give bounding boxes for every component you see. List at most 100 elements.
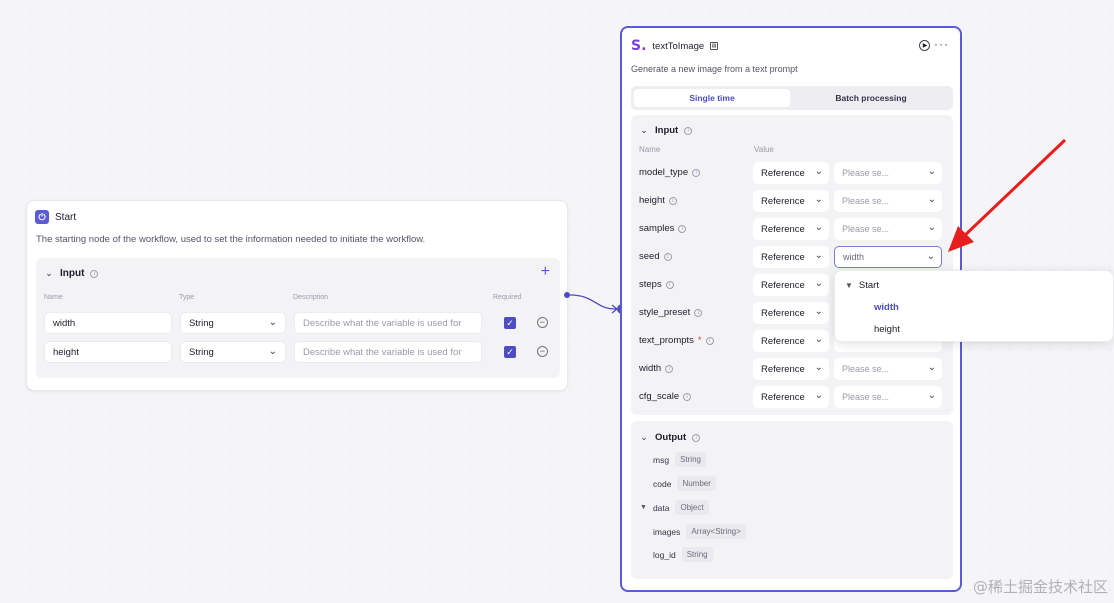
dropdown-item-height[interactable]: height <box>874 324 900 335</box>
start-input-title: Input <box>60 268 85 279</box>
param-name: samples i <box>639 223 687 234</box>
variable-type-select[interactable]: String ⌄ <box>180 312 286 334</box>
param-value-select[interactable]: width ⌄ <box>834 246 942 268</box>
info-icon[interactable]: i <box>684 126 693 135</box>
chevron-down-icon: ⌄ <box>927 194 936 205</box>
required-marker: * <box>697 335 702 346</box>
param-row-width: width i Reference ⌄ Please se... ⌄ <box>631 358 953 380</box>
col-header-type: Type <box>179 294 195 301</box>
start-node-title: Start <box>55 211 77 223</box>
tti-node-description: Generate a new image from a text prompt <box>631 64 798 74</box>
info-icon[interactable]: i <box>665 280 674 289</box>
start-input-header[interactable]: ⌄ Input i <box>44 268 99 279</box>
reference-mode-select[interactable]: Reference ⌄ <box>753 330 829 352</box>
info-icon[interactable]: i <box>665 364 674 373</box>
info-icon[interactable]: i <box>705 336 714 345</box>
more-options-icon[interactable]: ··· <box>934 37 949 51</box>
variable-type-select[interactable]: String ⌄ <box>180 341 286 363</box>
chevron-down-icon: ⌄ <box>814 222 823 233</box>
param-name: steps i <box>639 279 674 290</box>
chevron-down-icon: ⌄ <box>268 346 277 357</box>
variable-description-input[interactable]: Describe what the variable is used for <box>294 341 482 363</box>
reference-mode-select[interactable]: Reference ⌄ <box>753 386 829 408</box>
caret-down-icon: ▼ <box>640 504 647 511</box>
run-icon[interactable]: ▶ <box>919 40 930 51</box>
info-icon[interactable]: i <box>692 168 701 177</box>
start-node[interactable]: ⏻ Start The starting node of the workflo… <box>26 200 568 391</box>
output-field: log_id String <box>653 547 713 562</box>
variable-type-value: String <box>189 346 214 358</box>
reference-mode-select[interactable]: Reference ⌄ <box>753 274 829 296</box>
mode-tabs: Single time Batch processing <box>631 86 953 110</box>
col-header-name: Name <box>639 145 661 154</box>
chevron-down-icon: ⌄ <box>814 362 823 373</box>
tab-single-time[interactable]: Single time <box>634 89 790 107</box>
dropdown-group-start[interactable]: ▼ Start <box>845 280 879 291</box>
required-checkbox[interactable]: ✓ <box>504 346 516 358</box>
col-header-name: Name <box>44 294 63 301</box>
chevron-down-icon: ⌄ <box>927 362 936 373</box>
dropdown-item-width[interactable]: width <box>874 302 899 313</box>
variable-name-input[interactable]: height <box>44 341 172 363</box>
param-value-select[interactable]: Please se... ⌄ <box>834 386 942 408</box>
reference-mode-select[interactable]: Reference ⌄ <box>753 162 829 184</box>
output-handle[interactable] <box>564 292 570 298</box>
info-icon[interactable]: i <box>692 433 701 442</box>
reference-mode-select[interactable]: Reference ⌄ <box>753 302 829 324</box>
start-input-panel: ⌄ Input i + Name Type Description Requir… <box>36 258 560 378</box>
info-icon[interactable]: i <box>694 308 703 317</box>
chevron-down-icon: ⌄ <box>926 251 935 262</box>
required-checkbox[interactable]: ✓ <box>504 317 516 329</box>
param-value-select[interactable]: Please se... ⌄ <box>834 218 942 240</box>
chevron-down-icon: ⌄ <box>814 334 823 345</box>
reference-mode-select[interactable]: Reference ⌄ <box>753 358 829 380</box>
param-value-select[interactable]: Please se... ⌄ <box>834 162 942 184</box>
param-name: cfg_scale i <box>639 391 692 402</box>
param-value-select[interactable]: Please se... ⌄ <box>834 358 942 380</box>
param-value-select[interactable]: Please se... ⌄ <box>834 190 942 212</box>
param-name: width i <box>639 363 674 374</box>
col-header-required: Required <box>493 294 522 301</box>
output-field: msg String <box>653 452 706 467</box>
info-icon[interactable]: i <box>683 392 692 401</box>
variable-name-input[interactable]: width <box>44 312 172 334</box>
tti-output-title: Output <box>655 432 687 443</box>
info-icon[interactable]: i <box>663 252 672 261</box>
info-icon[interactable]: i <box>90 269 99 278</box>
reference-mode-select[interactable]: Reference ⌄ <box>753 218 829 240</box>
chevron-down-icon: ⌄ <box>814 166 823 177</box>
chevron-down-icon[interactable]: ⌄ <box>639 125 649 136</box>
reference-mode-select[interactable]: Reference ⌄ <box>753 246 829 268</box>
tti-output-panel: ⌄ Output i msg String code Number ▼ data Obj… <box>631 421 953 579</box>
start-node-header: ⏻ Start <box>35 210 76 224</box>
tti-input-header[interactable]: ⌄ Input i <box>639 125 693 136</box>
chevron-down-icon: ⌄ <box>927 390 936 401</box>
output-field[interactable]: ▼ data Object <box>640 500 709 515</box>
variable-reference-dropdown: ▼ Start width height <box>834 270 1114 342</box>
chevron-down-icon[interactable]: ⌄ <box>44 268 54 279</box>
tab-batch-processing[interactable]: Batch processing <box>793 89 949 107</box>
info-icon[interactable]: i <box>668 196 677 205</box>
library-icon[interactable]: ▤ <box>710 42 719 50</box>
chevron-down-icon: ⌄ <box>268 317 277 328</box>
add-variable-button[interactable]: + <box>541 264 550 280</box>
col-header-value: Value <box>754 145 774 154</box>
chevron-down-icon[interactable]: ⌄ <box>639 432 649 443</box>
output-type-badge: Number <box>677 476 716 491</box>
variable-description-input[interactable]: Describe what the variable is used for <box>294 312 482 334</box>
chevron-down-icon: ⌄ <box>814 390 823 401</box>
annotation-arrow <box>948 138 1067 252</box>
tti-output-header[interactable]: ⌄ Output i <box>639 432 701 443</box>
remove-variable-icon[interactable]: − <box>537 346 548 357</box>
output-type-badge: String <box>675 452 706 467</box>
reference-mode-select[interactable]: Reference ⌄ <box>753 190 829 212</box>
chevron-down-icon: ⌄ <box>814 306 823 317</box>
chevron-down-icon: ⌄ <box>927 222 936 233</box>
tti-input-panel: ⌄ Input i Name Value model_type i Referen… <box>631 115 953 415</box>
param-name: style_preset i <box>639 307 703 318</box>
info-icon[interactable]: i <box>678 224 687 233</box>
remove-variable-icon[interactable]: − <box>537 317 548 328</box>
chevron-down-icon: ⌄ <box>814 194 823 205</box>
start-node-description: The starting node of the workflow, used … <box>36 234 426 245</box>
variable-type-value: String <box>189 317 214 329</box>
